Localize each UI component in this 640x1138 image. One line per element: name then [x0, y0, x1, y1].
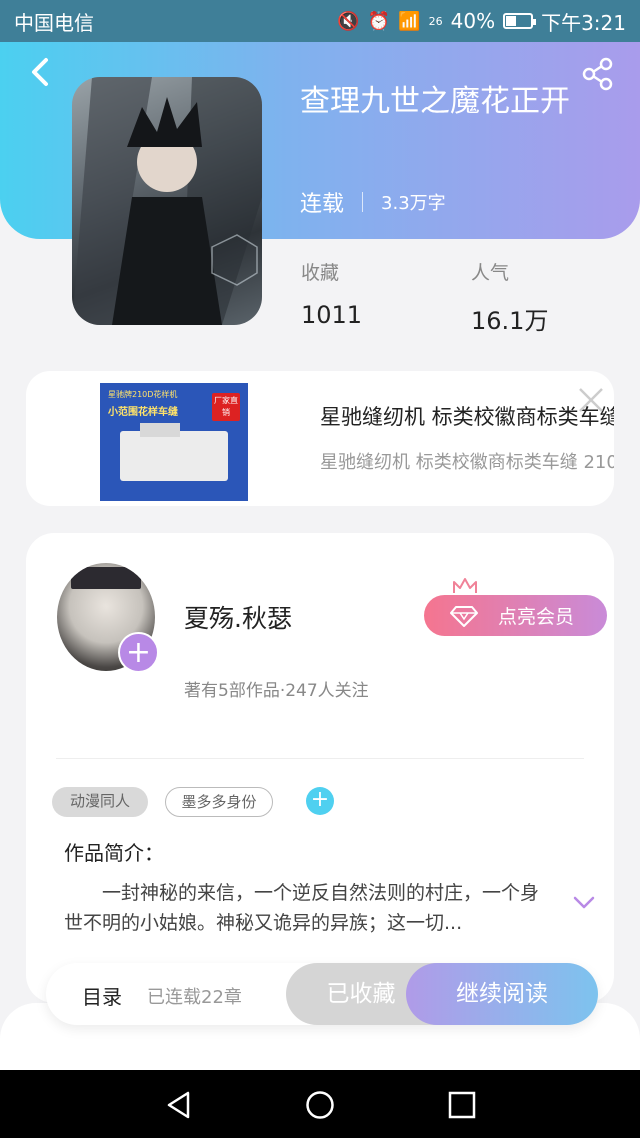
- cover-artwork: [72, 77, 262, 325]
- author-info: 著有5部作品·247人关注: [184, 681, 369, 701]
- status-bar: 中国电信 🔇 ⏰ 📶 26 40% 下午3:21: [0, 0, 640, 42]
- close-icon[interactable]: [576, 385, 606, 415]
- ad-image-badge: 厂家直销: [212, 393, 240, 421]
- book-title: 查理九世之魔花正开: [300, 84, 570, 119]
- intro-heading: 作品简介：: [64, 841, 164, 865]
- continue-reading-button[interactable]: 继续阅读: [406, 963, 598, 1025]
- crown-icon: [452, 577, 478, 595]
- avatar-cap: [71, 567, 141, 589]
- add-tag-plus-icon[interactable]: +: [306, 787, 334, 815]
- nav-recent-icon[interactable]: [447, 1090, 477, 1120]
- book-meta: 连载 3.3万字: [300, 186, 446, 218]
- toc-button[interactable]: 目录: [82, 981, 122, 1010]
- chapter-count[interactable]: 已连载22章: [147, 983, 242, 1009]
- ad-image[interactable]: 星驰牌210D花样机 小范围花样车缝 厂家直销: [100, 383, 248, 501]
- stat-favorites: 收藏 1011: [301, 258, 362, 329]
- ad-image-caption: 星驰牌210D花样机: [108, 390, 178, 399]
- bottom-action-bar: 目录 已连载22章 已收藏 继续阅读: [46, 963, 598, 1025]
- stat-label: 人气: [471, 262, 510, 284]
- word-count: 3.3万字: [381, 193, 446, 214]
- chevron-down-icon[interactable]: [572, 895, 596, 911]
- clock: 下午3:21: [541, 10, 626, 35]
- sewing-machine-graphic: [120, 431, 228, 481]
- ad-card[interactable]: 星驰牌210D花样机 小范围花样车缝 厂家直销 星驰缝纫机 标类校徽商标类车缝 …: [26, 371, 614, 506]
- diamond-icon: [450, 605, 478, 627]
- status-icons: 🔇 ⏰ 📶 26 40% 下午3:21: [337, 7, 626, 36]
- author-card: + 夏殇.秋瑟 著有5部作品·247人关注 点亮会员 动漫同人 墨多多身份 + …: [26, 533, 614, 1003]
- tag-chip[interactable]: 动漫同人: [52, 787, 148, 817]
- network-label: 26: [428, 14, 443, 28]
- nav-home-icon[interactable]: [305, 1090, 335, 1120]
- activate-vip-button[interactable]: 点亮会员: [424, 595, 607, 636]
- stat-label: 收藏: [301, 262, 340, 284]
- meta-divider: [362, 192, 364, 212]
- ad-image-headline: 小范围花样车缝: [108, 407, 178, 418]
- sewing-machine-head: [140, 423, 180, 437]
- serial-status: 连载: [300, 192, 345, 217]
- favorited-label: 已收藏: [326, 981, 396, 1007]
- battery-icon: [503, 13, 537, 29]
- wifi-icon: 📶: [398, 10, 421, 32]
- back-arrow-icon[interactable]: [22, 52, 62, 92]
- battery-percent: 40%: [450, 9, 496, 33]
- continue-label: 继续阅读: [456, 981, 548, 1007]
- tag-chip[interactable]: 墨多多身份: [165, 787, 273, 817]
- carrier-label: 中国电信: [14, 10, 94, 35]
- stat-popularity: 人气 16.1万: [471, 258, 548, 336]
- share-icon[interactable]: [580, 56, 616, 92]
- nav-back-icon[interactable]: [164, 1090, 194, 1120]
- stat-value: 16.1万: [471, 307, 549, 335]
- ad-description: 星驰缝纫机 标类校徽商标类车缝 210D电脑花样机 电脑车花样机: [320, 452, 614, 473]
- system-navigation-bar: [0, 1070, 640, 1138]
- book-cover[interactable]: [72, 77, 262, 325]
- intro-text: 一封神秘的来信，一个逆反自然法则的村庄，一个身世不明的小姑娘。神秘又诡异的异族；…: [64, 882, 540, 934]
- vip-button-label: 点亮会员: [498, 606, 575, 628]
- alarm-icon: ⏰: [367, 10, 391, 32]
- author-name[interactable]: 夏殇.秋瑟: [184, 599, 292, 635]
- mute-icon: 🔇: [337, 10, 360, 32]
- follow-plus-icon[interactable]: +: [118, 632, 159, 673]
- ad-title: 星驰缝纫机 标类校徽商标类车缝: [320, 405, 614, 429]
- divider: [56, 758, 584, 759]
- stat-value: 1011: [301, 301, 363, 329]
